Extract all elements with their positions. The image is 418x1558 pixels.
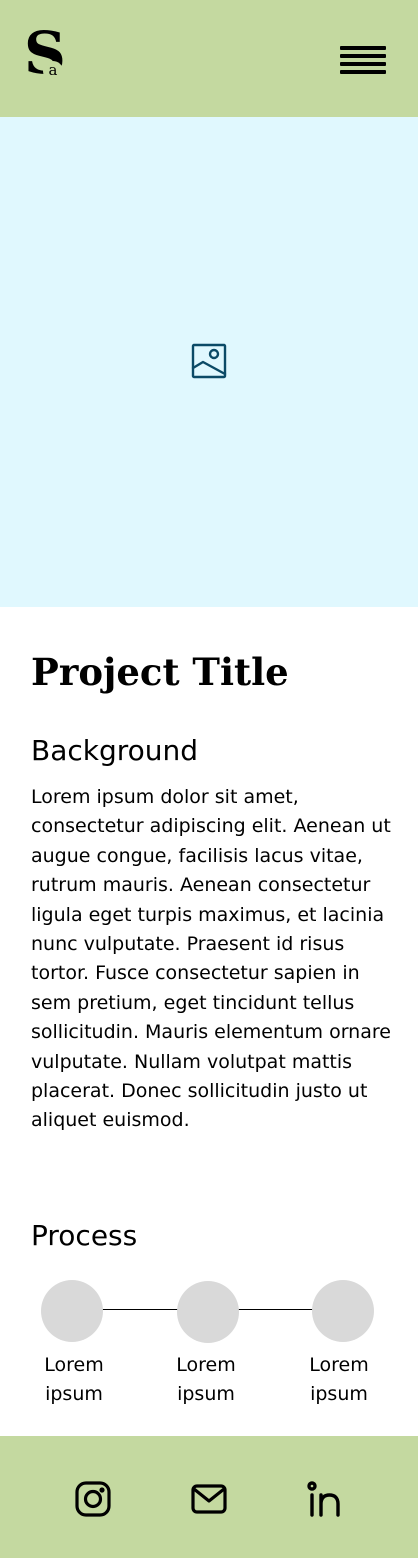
instagram-icon[interactable]	[74, 1480, 112, 1518]
background-text: Lorem ipsum dolor sit amet, consectetur …	[31, 786, 391, 1132]
site-footer	[0, 1436, 418, 1558]
logo-letter-a: a	[43, 61, 63, 81]
step-label: Lorem ipsum	[309, 1354, 369, 1405]
process-steps: Lorem ipsum Lorem ipsum Lorem ipsum	[0, 1280, 418, 1410]
site-header: S a	[0, 0, 418, 117]
hero-image-placeholder	[0, 117, 418, 607]
page-title: Project Title	[31, 650, 289, 694]
image-placeholder-icon	[191, 343, 227, 379]
step-connector	[238, 1309, 314, 1310]
step-label: Lorem ipsum	[44, 1354, 104, 1405]
step-circle	[177, 1281, 239, 1343]
linkedin-icon[interactable]	[306, 1480, 344, 1518]
hamburger-menu-icon[interactable]	[338, 44, 388, 80]
step-label: Lorem ipsum	[176, 1354, 236, 1405]
step-connector	[102, 1309, 180, 1310]
step-circle	[41, 1280, 103, 1342]
mail-icon[interactable]	[190, 1480, 228, 1518]
step-circle	[312, 1280, 374, 1342]
site-logo[interactable]: S a	[22, 24, 80, 94]
background-heading: Background	[31, 734, 199, 767]
process-heading: Process	[31, 1219, 138, 1252]
